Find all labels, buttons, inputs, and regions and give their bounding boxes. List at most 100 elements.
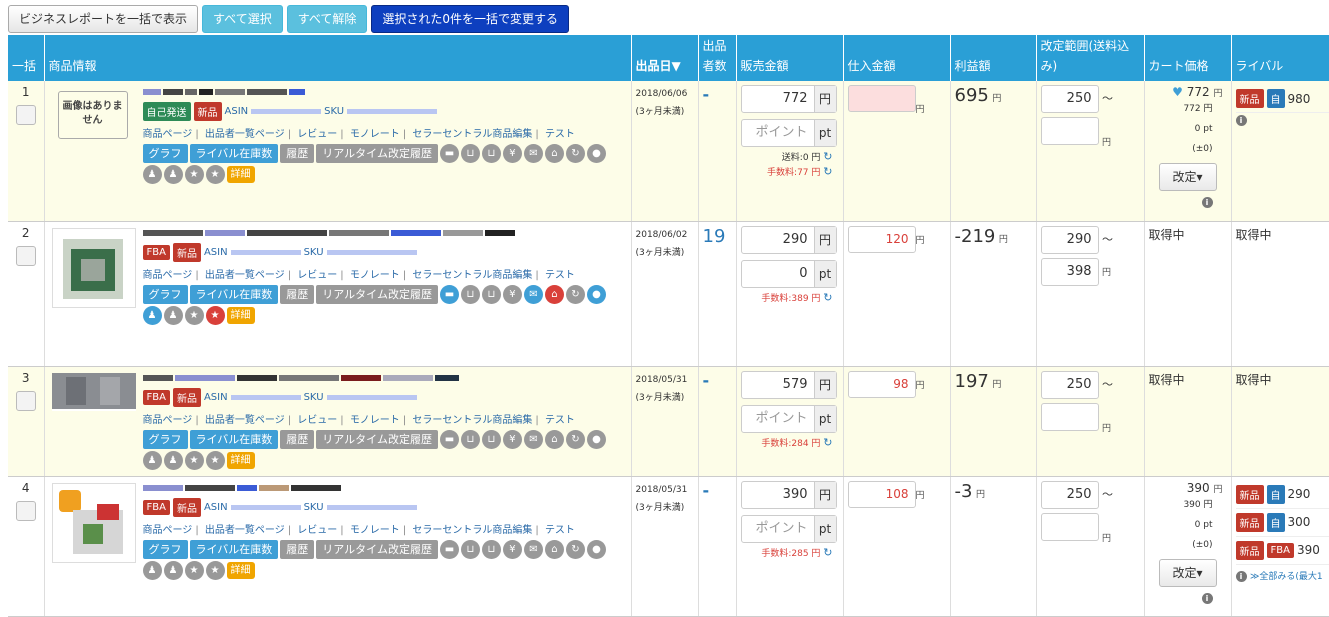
refresh-icon[interactable]: ↻ [823,150,832,163]
graph-button[interactable]: グラフ [142,144,188,163]
cost-input[interactable]: 98 [847,370,916,398]
refresh-icon[interactable]: ↻ [823,546,832,559]
envelope-icon[interactable]: ✉ [523,144,543,163]
graph-button[interactable]: グラフ [142,539,188,559]
rival-stock-button[interactable]: ライバル在庫数 [189,429,279,449]
realtime-history-button[interactable]: リアルタイム改定履歴 [316,144,438,163]
range-max-input[interactable]: 398 [1040,257,1099,286]
detail-badge[interactable]: 詳細 [226,561,255,579]
refresh-icon[interactable]: ↻ [565,429,585,449]
detail-badge[interactable]: 詳細 [226,306,255,324]
info-icon[interactable]: i [1235,115,1247,126]
user-icon[interactable]: ● [586,429,606,449]
link-review[interactable]: レビュー [297,525,337,536]
history-button[interactable]: 履歴 [280,429,315,449]
info-icon[interactable]: i [1235,570,1247,582]
link-monorate[interactable]: モノレート [350,415,400,426]
info-icon[interactable]: i [1201,592,1213,604]
link-seller-list[interactable]: 出品者一覧ページ [205,525,285,536]
tag-icon[interactable]: ⌂ [544,429,564,449]
user-icon[interactable]: ● [586,539,606,559]
business-report-button[interactable]: ビジネスレポートを一括で表示 [8,5,199,33]
yen-icon[interactable]: ¥ [502,429,522,449]
col-cost[interactable]: 仕入金額 [843,35,951,81]
detail-badge[interactable]: 詳細 [226,451,255,469]
refresh-icon[interactable]: ↻ [823,165,832,178]
history-button[interactable]: 履歴 [280,144,315,163]
revise-button[interactable]: 改定▾ [1158,163,1217,191]
shirt-icon[interactable]: ♟ [142,165,162,184]
link-product-page[interactable]: 商品ページ [143,525,193,536]
tag-icon[interactable]: ⌂ [544,284,564,304]
envelope-icon[interactable]: ✉ [523,284,543,304]
product-image[interactable] [51,482,136,563]
range-min-input[interactable]: 250 [1040,370,1099,399]
yen-icon[interactable]: ¥ [502,284,522,304]
cart-icon[interactable]: ⊔ [481,429,501,449]
rival-stock-button[interactable]: ライバル在庫数 [189,144,279,163]
refresh-icon[interactable]: ↻ [565,539,585,559]
col-sell-price[interactable]: 販売金額 [736,35,844,81]
link-seller-central[interactable]: セラーセントラル商品編集 [412,270,532,281]
product-image[interactable] [51,372,136,411]
refresh-icon[interactable]: ↻ [565,144,585,163]
point-input[interactable]: ポイント pt [740,404,837,433]
user-icon[interactable]: ● [586,284,606,304]
range-min-input[interactable]: 250 [1040,85,1099,113]
price-input[interactable]: 290 円 [740,225,837,254]
cost-input[interactable]: 108 [847,480,916,508]
link-seller-list[interactable]: 出品者一覧ページ [205,415,285,426]
refresh-icon[interactable]: ↻ [823,436,832,449]
star-icon[interactable]: ★ [205,305,225,325]
row-checkbox[interactable] [15,245,36,266]
row-checkbox[interactable] [15,390,36,411]
star-icon[interactable]: ★ [184,560,204,580]
cost-input[interactable]: 120 [847,225,916,253]
link-review[interactable]: レビュー [297,129,337,140]
bulk-change-button[interactable]: 選択された0件を一括で変更する [371,5,570,33]
link-test[interactable]: テスト [545,270,575,281]
range-max-input[interactable] [1040,117,1099,145]
link-product-page[interactable]: 商品ページ [143,415,193,426]
range-min-input[interactable]: 290 [1040,225,1099,254]
product-image[interactable] [51,227,136,308]
shirt-icon[interactable]: ♟ [142,560,162,580]
tag-icon[interactable]: ⌂ [544,539,564,559]
star-icon[interactable]: ★ [205,560,225,580]
col-profit[interactable]: 利益額 [950,35,1037,81]
cart-icon[interactable]: ⊔ [481,539,501,559]
envelope-icon[interactable]: ✉ [523,539,543,559]
price-input[interactable]: 390 円 [740,480,837,509]
info-icon[interactable]: i [1201,197,1213,208]
point-input[interactable]: ポイント pt [740,514,837,543]
link-monorate[interactable]: モノレート [350,129,400,140]
product-title[interactable] [142,85,629,99]
product-title[interactable] [142,226,629,240]
folder-icon[interactable]: ▬ [439,429,459,449]
refresh-icon[interactable]: ↻ [565,284,585,304]
link-seller-list[interactable]: 出品者一覧ページ [205,129,285,140]
cart-icon[interactable]: ⊔ [460,284,480,304]
see-all-link[interactable]: ≫全部みる(最大1 [1250,572,1323,582]
shirt-icon[interactable]: ♟ [163,450,183,470]
shirt-icon[interactable]: ♟ [163,165,183,184]
tag-icon[interactable]: ⌂ [544,144,564,163]
refresh-icon[interactable]: ↻ [823,291,832,304]
star-icon[interactable]: ★ [184,305,204,325]
col-listed-date[interactable]: 出品日▼ [631,35,699,81]
user-icon[interactable]: ● [586,144,606,163]
link-product-page[interactable]: 商品ページ [143,129,193,140]
graph-button[interactable]: グラフ [142,284,188,304]
star-icon[interactable]: ★ [184,450,204,470]
folder-icon[interactable]: ▬ [439,144,459,163]
shirt-icon[interactable]: ♟ [142,305,162,325]
range-max-input[interactable] [1040,512,1099,541]
cart-icon[interactable]: ⊔ [481,284,501,304]
yen-icon[interactable]: ¥ [502,144,522,163]
shirt-icon[interactable]: ♟ [142,450,162,470]
star-icon[interactable]: ★ [184,165,204,184]
yen-icon[interactable]: ¥ [502,539,522,559]
rival-stock-button[interactable]: ライバル在庫数 [189,539,279,559]
link-product-page[interactable]: 商品ページ [143,270,193,281]
link-monorate[interactable]: モノレート [350,270,400,281]
